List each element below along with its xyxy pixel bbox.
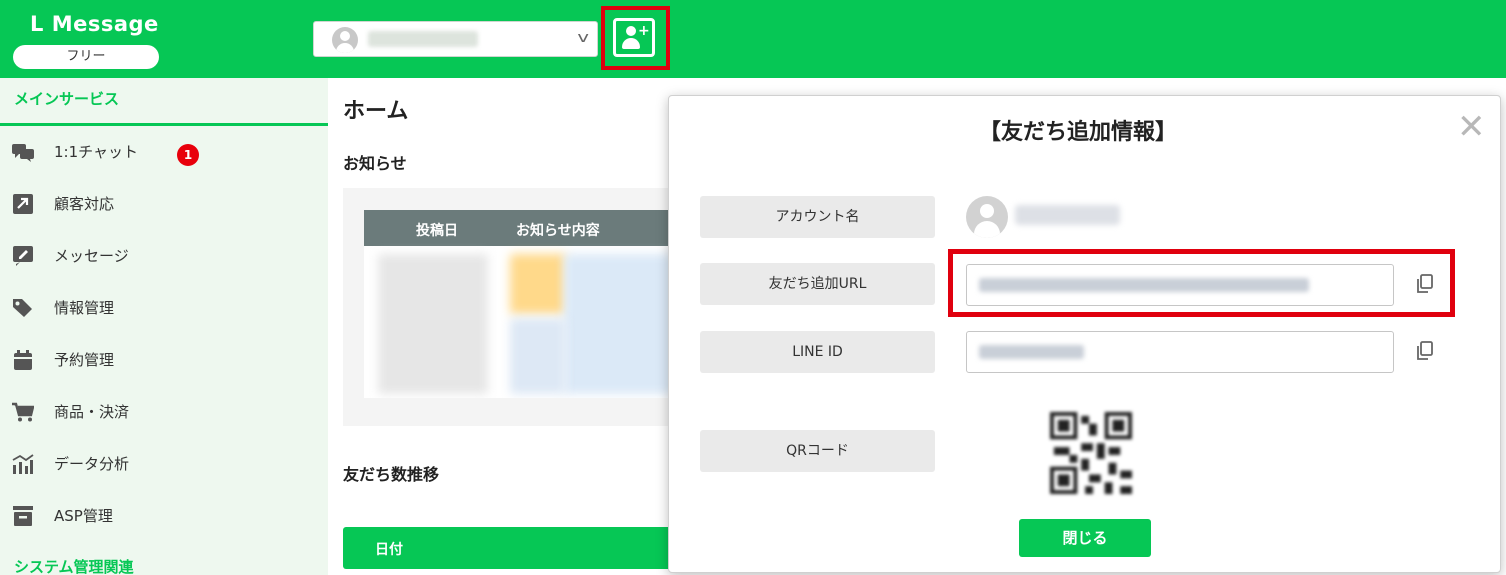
friend-url-label: 友だち追加URL [700,263,935,305]
sidebar-item-label: 1:1チャット [54,143,138,161]
add-friend-button[interactable]: + [613,18,655,57]
news-content-blurred [564,254,674,394]
chat-icon [12,144,34,162]
line-id-value [979,345,1084,359]
sidebar-item-analytics[interactable]: データ分析 [0,439,328,489]
sidebar-item-label: 顧客対応 [54,195,115,213]
news-table: 投稿日 お知らせ内容 [364,210,674,398]
copy-icon[interactable] [1416,341,1434,361]
sidebar-item-info[interactable]: 情報管理 [0,283,328,333]
news-heading: お知らせ [343,154,407,173]
edit-icon [13,246,33,266]
calendar-icon [14,350,32,370]
sidebar-item-customer[interactable]: 顧客対応 [0,179,328,229]
qr-code-label: QRコード [700,430,935,472]
chevron-down-icon: v [577,30,589,46]
chart-icon [12,454,34,474]
top-header: L Message フリー v + [0,0,1506,78]
sidebar-item-label: データ分析 [54,455,130,473]
sidebar-item-label: メッセージ [54,247,129,265]
sidebar-item-reservation[interactable]: 予約管理 [0,335,328,385]
archive-icon [13,506,33,526]
sidebar-section-main: メインサービス [14,90,120,108]
account-name-label: アカウント名 [700,196,935,238]
account-name-value [1015,205,1120,225]
plan-badge: フリー [13,45,159,69]
account-avatar [332,27,358,53]
close-button[interactable]: 閉じる [1019,519,1151,557]
news-dates-blurred [378,254,488,394]
news-content-blurred-2 [510,318,566,394]
page-title: ホーム [343,99,409,124]
friends-heading: 友だち数推移 [343,465,440,484]
friend-add-info-modal: 【友だち追加情報】 ✕ アカウント名 友だち追加URL LINE ID QRコー… [668,95,1501,573]
unread-badge: 1 [177,144,199,166]
friend-url-highlight [948,249,1455,317]
account-selector-name [368,31,478,47]
sidebar-item-label: 情報管理 [54,299,115,317]
sidebar-item-label: 予約管理 [54,351,115,369]
qr-code-image [1050,412,1132,494]
account-avatar [966,196,1008,238]
sidebar-item-label: ASP管理 [54,507,113,525]
sidebar-item-asp[interactable]: ASP管理 [0,491,328,541]
modal-title: 【友だち追加情報】 [979,120,1178,145]
add-user-icon [626,26,636,36]
tag-icon [13,299,32,317]
column-header-content: お知らせ内容 [516,223,600,239]
sidebar-item-products[interactable]: 商品・決済 [0,387,328,437]
close-icon[interactable]: ✕ [1457,110,1486,144]
line-id-label: LINE ID [700,331,935,373]
column-header-date: 投稿日 [416,223,458,239]
date-column-label: 日付 [375,542,403,558]
date-table-header: 日付 [343,527,673,569]
arrow-icon [13,194,33,214]
sidebar-section-system: システム管理関連 [14,558,134,575]
sidebar-item-message[interactable]: メッセージ [0,231,328,281]
sidebar-item-chat[interactable]: 1:1チャット 1 [0,127,328,177]
account-selector[interactable]: v [313,21,598,57]
news-tag-blurred [510,254,566,314]
sidebar-divider [0,123,328,126]
sidebar-item-label: 商品・決済 [54,403,130,421]
app-logo[interactable]: L Message [30,12,159,36]
news-table-header: 投稿日 お知らせ内容 [364,210,674,246]
cart-icon [12,402,34,422]
line-id-field[interactable] [966,331,1394,373]
